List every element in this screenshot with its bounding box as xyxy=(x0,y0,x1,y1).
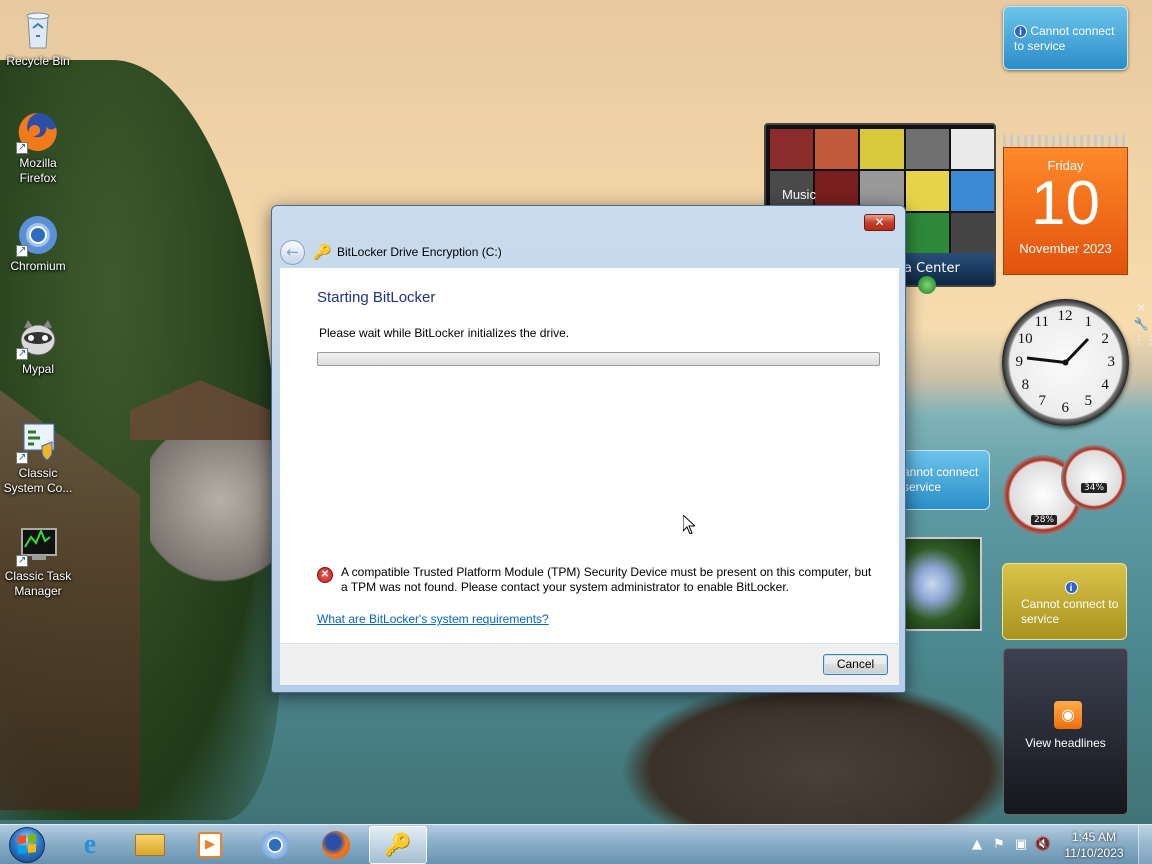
network-icon[interactable]: ▣ xyxy=(1010,834,1032,856)
bitlocker-icon: 🔑 xyxy=(384,832,412,858)
system-tray: ▲ ⚑ ▣ 🔇 1:45 AM 11/10/2023 xyxy=(966,825,1152,864)
currency-message: Cannot connect to service xyxy=(1021,597,1119,626)
dialog-body: Starting BitLocker Please wait while Bit… xyxy=(280,268,899,644)
error-text: A compatible Trusted Platform Module (TP… xyxy=(341,565,872,594)
weather-message: Cannot connect to service xyxy=(1014,24,1115,53)
desktop-icon-label: Mozilla Firefox xyxy=(19,156,57,185)
drag-handle-icon[interactable]: ⋮⋮ xyxy=(1133,332,1152,348)
dialog-title: BitLocker Drive Encryption (C:) xyxy=(337,245,502,259)
progress-bar xyxy=(317,352,880,366)
desktop-icon-recycle-bin[interactable]: Recycle Bin xyxy=(2,8,74,69)
wrench-icon[interactable]: 🔧 xyxy=(1133,316,1149,332)
weather2-message: annot connect service xyxy=(903,465,979,494)
slideshow-gadget[interactable] xyxy=(898,537,982,631)
show-desktop-button[interactable] xyxy=(1138,825,1152,864)
media-center-logo-icon xyxy=(918,276,936,294)
chromium-icon xyxy=(16,213,60,258)
desktop-icon-label: Recycle Bin xyxy=(6,54,70,68)
desktop-icon-label: Classic System Co... xyxy=(3,466,73,495)
info-icon: i xyxy=(1064,581,1078,594)
cpu-percent: 28% xyxy=(1031,515,1058,525)
media-player-icon: ▶ xyxy=(198,832,222,858)
desktop-icon-classic-task-manager[interactable]: Classic Task Manager xyxy=(2,523,74,599)
calendar-month-year: November 2023 xyxy=(1019,241,1112,256)
mouse-cursor-icon xyxy=(683,515,695,534)
internet-explorer-icon: e xyxy=(83,829,97,860)
ram-gauge: 34% xyxy=(1061,445,1127,511)
recycle-bin-icon xyxy=(16,8,60,52)
taskbar-clock[interactable]: 1:45 AM 11/10/2023 xyxy=(1054,829,1134,861)
gadget-controls: ✕ 🔧 ⋮⋮ xyxy=(1133,300,1152,358)
windows-logo-icon xyxy=(18,834,36,854)
close-button[interactable]: ✕ xyxy=(864,214,895,231)
start-button[interactable] xyxy=(4,825,50,864)
cpu-meter-gadget[interactable]: 28% 34% xyxy=(1003,445,1128,537)
desktop-icon-label: Mypal xyxy=(21,362,54,376)
view-headlines-link[interactable]: View headlines xyxy=(1004,736,1127,750)
requirements-link[interactable]: What are BitLocker's system requirements… xyxy=(317,612,549,626)
taskbar-media-player[interactable]: ▶ xyxy=(181,826,239,864)
clock-gadget[interactable]: 12 1 2 3 4 5 6 7 8 9 10 11 xyxy=(1002,299,1129,426)
page-title: Starting BitLocker xyxy=(317,289,436,306)
clock-hands xyxy=(1026,337,1090,366)
back-arrow-icon[interactable]: ← xyxy=(280,239,305,265)
desktop-icon-chromium[interactable]: Chromium xyxy=(2,213,74,274)
wallpaper-sea-rocks xyxy=(620,680,1020,830)
desktop-icon-label: Classic Task Manager xyxy=(4,569,72,598)
desktop-icon-classic-system-control[interactable]: Classic System Co... xyxy=(2,420,74,496)
weather-gadget[interactable]: i Cannot connect to service xyxy=(1003,6,1128,70)
mypal-icon xyxy=(16,316,60,361)
firefox-icon xyxy=(16,110,60,155)
calendar-day: 10 xyxy=(1031,169,1100,238)
clock-date: 11/10/2023 xyxy=(1064,846,1124,860)
ram-percent: 34% xyxy=(1081,483,1108,493)
dialog-header: ← 🔑 BitLocker Drive Encryption (C:) xyxy=(280,236,897,268)
calendar-page: Friday 10 November 2023 xyxy=(1003,147,1128,275)
firefox-icon xyxy=(322,831,350,859)
action-center-icon[interactable]: ⚑ xyxy=(988,834,1010,856)
feed-headlines-gadget[interactable]: ◉ View headlines xyxy=(1003,648,1128,815)
dialog-footer: Cancel xyxy=(280,643,899,685)
calendar-rings xyxy=(1003,135,1128,147)
taskbar-internet-explorer[interactable]: e xyxy=(61,826,119,864)
desktop-icon-mypal[interactable]: Mypal xyxy=(2,316,74,377)
clock-time: 1:45 AM xyxy=(1071,830,1117,844)
currency-gadget[interactable]: i Cannot connect to service xyxy=(1002,563,1127,640)
show-hidden-icons-icon[interactable]: ▲ xyxy=(966,834,988,856)
chromium-icon xyxy=(261,831,289,859)
error-icon: ✕ xyxy=(317,567,333,583)
explorer-icon xyxy=(135,834,165,856)
info-icon: i xyxy=(1014,25,1027,38)
status-text: Please wait while BitLocker initializes … xyxy=(319,326,570,340)
close-icon[interactable]: ✕ xyxy=(1133,300,1149,316)
volume-muted-icon[interactable]: 🔇 xyxy=(1032,834,1054,856)
rss-icon: ◉ xyxy=(1054,701,1082,729)
wallpaper-rocks xyxy=(150,440,290,590)
media-center-text: a Center xyxy=(904,261,960,276)
taskbar-firefox[interactable] xyxy=(307,826,365,864)
weather-gadget-2[interactable]: annot connect service xyxy=(898,450,990,510)
taskbar-chromium[interactable] xyxy=(246,826,304,864)
media-music-label: Music xyxy=(782,187,816,202)
error-message: ✕ A compatible Trusted Platform Module (… xyxy=(317,565,877,595)
task-manager-icon xyxy=(16,523,60,568)
bitlocker-dialog: ✕ ← 🔑 BitLocker Drive Encryption (C:) St… xyxy=(271,205,906,693)
taskbar-bitlocker[interactable]: 🔑 xyxy=(369,826,427,864)
control-panel-icon xyxy=(16,420,60,465)
taskbar: e ▶ 🔑 ▲ ⚑ ▣ 🔇 1:45 AM 11/10/2023 xyxy=(0,824,1152,864)
bitlocker-key-icon: 🔑 xyxy=(313,243,332,261)
calendar-gadget[interactable]: Friday 10 November 2023 xyxy=(1003,135,1128,275)
taskbar-explorer[interactable] xyxy=(121,826,179,864)
desktop-icon-firefox[interactable]: Mozilla Firefox xyxy=(2,110,74,186)
desktop-icon-label: Chromium xyxy=(10,259,66,273)
cancel-button[interactable]: Cancel xyxy=(823,654,888,675)
